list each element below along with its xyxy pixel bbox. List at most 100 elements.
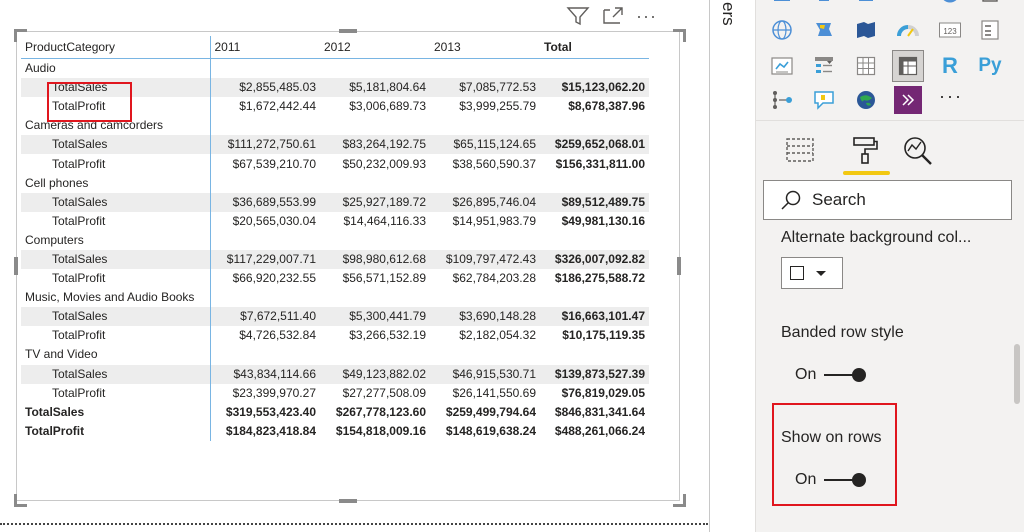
- resize-handle-top[interactable]: [339, 29, 357, 33]
- key-influencers-icon[interactable]: [770, 88, 794, 112]
- grand-total-row: TotalSales $319,553,423.40 $267,778,123.60…: [21, 402, 649, 422]
- measure-label: TotalSales: [21, 307, 211, 327]
- total-cell: [540, 174, 649, 193]
- filled-map-icon[interactable]: [770, 0, 794, 12]
- measure-row: TotalSales $117,229,007.71 $98,980,612.68 $…: [21, 249, 649, 270]
- format-tab[interactable]: [845, 130, 885, 170]
- value-cell: $83,264,192.75: [320, 135, 430, 155]
- shape-map-icon-2[interactable]: [854, 18, 878, 42]
- canvas-boundary: [0, 523, 708, 525]
- fields-tab[interactable]: [780, 130, 820, 170]
- r-visual-icon[interactable]: R: [938, 53, 962, 78]
- value-cell: $184,823,418.84: [225, 423, 316, 438]
- resize-handle-right[interactable]: [677, 257, 681, 275]
- value-cell: [320, 288, 430, 307]
- total-cell: $8,678,387.96: [568, 99, 645, 114]
- azure-map-icon[interactable]: [854, 0, 878, 12]
- globe-top-icon[interactable]: [938, 0, 962, 12]
- multi-row-card-icon[interactable]: [978, 18, 1002, 42]
- banded-row-style-toggle[interactable]: On: [795, 366, 867, 384]
- search-icon: [781, 190, 801, 210]
- resize-corner-tr[interactable]: [673, 29, 686, 42]
- measure-label: TotalProfit: [21, 383, 211, 403]
- measure-row: TotalProfit $1,672,442.44 $3,006,689.73 $3,…: [21, 97, 649, 117]
- narrative-top-icon[interactable]: [978, 0, 1002, 12]
- active-tab-indicator: [843, 171, 890, 175]
- qna-icon[interactable]: [812, 88, 836, 112]
- slicer-icon[interactable]: [812, 54, 836, 78]
- value-cell: $67,539,210.70: [232, 156, 316, 171]
- value-cell: [320, 345, 430, 364]
- gauge-top-icon[interactable]: [896, 0, 920, 12]
- search-input[interactable]: Search: [763, 180, 1012, 220]
- filters-pane-label[interactable]: ers: [718, 2, 738, 26]
- value-cell: $26,895,746.04: [430, 192, 540, 212]
- value-cell: $2,182,054.32: [459, 328, 536, 343]
- alternate-background-color-picker[interactable]: [781, 257, 843, 289]
- category-label[interactable]: Cell phones: [21, 173, 211, 193]
- total-cell: [540, 288, 649, 307]
- value-cell: $38,560,590.37: [452, 156, 536, 171]
- category-label[interactable]: TV and Video: [21, 345, 211, 365]
- r-visual-label: R: [942, 53, 958, 78]
- arcgis-icon[interactable]: [854, 88, 878, 112]
- focus-mode-icon[interactable]: [602, 6, 624, 26]
- value-cell: $4,726,532.84: [239, 328, 316, 343]
- column-header-2011[interactable]: 2011: [210, 36, 320, 59]
- total-cell: $846,831,341.64: [554, 404, 645, 419]
- column-header-productcategory[interactable]: ProductCategory: [21, 36, 211, 59]
- python-visual-icon[interactable]: Py: [978, 54, 1002, 78]
- value-cell: [320, 59, 430, 79]
- value-cell: $98,980,612.68: [320, 249, 430, 270]
- total-cell: [540, 231, 649, 250]
- show-on-rows-toggle[interactable]: On: [795, 471, 867, 489]
- category-label[interactable]: Computers: [21, 230, 211, 250]
- gauge-icon[interactable]: [896, 18, 920, 42]
- pane-scrollbar[interactable]: [1014, 344, 1020, 404]
- pane-tabs-separator: [756, 120, 1024, 121]
- value-cell: [430, 288, 540, 307]
- value-cell: $25,927,189.72: [320, 192, 430, 212]
- more-options-icon[interactable]: ···: [636, 6, 657, 27]
- column-header-2012[interactable]: 2012: [320, 36, 430, 59]
- value-cell: [430, 231, 540, 250]
- category-label[interactable]: Audio: [21, 58, 211, 79]
- value-cell: [320, 116, 430, 135]
- filter-icon[interactable]: [566, 5, 590, 27]
- measure-label: TotalProfit: [21, 269, 211, 289]
- total-cell: $186,275,588.72: [554, 271, 645, 286]
- more-visuals-button[interactable]: ···: [936, 84, 966, 108]
- value-cell: $36,689,553.99: [210, 192, 320, 212]
- filled-map-icon-2[interactable]: [812, 18, 836, 42]
- value-cell: $5,300,441.79: [320, 307, 430, 327]
- resize-handle-left[interactable]: [14, 257, 18, 275]
- total-cell: $156,331,811.00: [555, 156, 645, 171]
- resize-corner-br[interactable]: [673, 494, 686, 507]
- value-cell: [210, 288, 320, 307]
- category-label[interactable]: Music, Movies and Audio Books: [21, 288, 211, 308]
- value-cell: $319,553,423.40: [225, 404, 316, 419]
- resize-corner-bl[interactable]: [14, 494, 27, 507]
- filters-pane-collapsed[interactable]: [710, 0, 754, 532]
- kpi-icon[interactable]: [770, 54, 794, 78]
- table-icon[interactable]: [854, 54, 878, 78]
- value-cell: $2,855,485.03: [210, 78, 320, 98]
- card-icon[interactable]: 123: [938, 18, 962, 42]
- total-cell: $49,981,130.16: [561, 213, 645, 228]
- measure-label: TotalProfit: [21, 97, 211, 117]
- value-cell: [320, 231, 430, 250]
- grand-total-row: TotalProfit $184,823,418.84 $154,818,009.1…: [21, 421, 649, 441]
- matrix-icon[interactable]: [892, 50, 924, 82]
- globe-map-icon[interactable]: [770, 18, 794, 42]
- column-header-2013[interactable]: 2013: [430, 36, 540, 59]
- shape-map-icon[interactable]: [812, 0, 836, 12]
- category-label[interactable]: Cameras and camcorders: [21, 116, 211, 136]
- power-apps-icon[interactable]: [894, 86, 922, 114]
- visual-header: ···: [566, 4, 657, 28]
- value-cell: $43,834,114.66: [210, 364, 320, 384]
- analytics-tab[interactable]: [898, 130, 938, 170]
- value-cell: $259,499,794.64: [445, 404, 536, 419]
- analytics-icon: [904, 137, 932, 165]
- column-header-total[interactable]: Total: [540, 36, 649, 59]
- resize-handle-bottom[interactable]: [339, 499, 357, 503]
